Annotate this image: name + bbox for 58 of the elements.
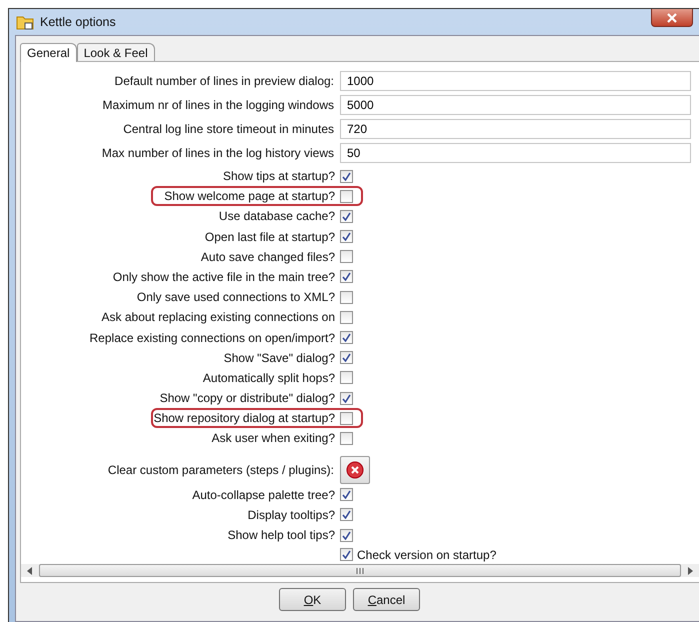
checkbox-label: Automatically split hops? (202, 370, 335, 385)
checkbox[interactable] (340, 392, 353, 405)
checkbox-label: Auto-collapse palette tree? (192, 488, 335, 502)
checkbox[interactable] (340, 371, 353, 384)
close-icon (667, 12, 677, 22)
clear-icon (346, 460, 364, 479)
tab[interactable]: General (20, 43, 77, 62)
input-field[interactable]: 50 (340, 143, 691, 163)
folder-icon (16, 14, 34, 30)
checkbox-label: Use database cache? (218, 209, 335, 224)
input-field[interactable]: 720 (340, 119, 691, 139)
checkbox-label: Only save used connections to XML? (136, 290, 335, 304)
checkbox[interactable] (340, 210, 353, 223)
checkbox[interactable] (340, 548, 353, 562)
checkbox[interactable] (340, 310, 353, 324)
tab[interactable]: Look & Feel (76, 43, 155, 61)
checkbox[interactable] (340, 508, 353, 522)
checkbox[interactable] (340, 488, 353, 502)
input-field[interactable]: 1000 (340, 71, 691, 91)
window-title: Kettle options (40, 15, 116, 29)
checkbox-label: Check version on startup? (357, 548, 496, 562)
checkbox-label: Auto save changed files? (200, 250, 335, 264)
checkbox[interactable] (340, 432, 353, 445)
checkbox[interactable] (340, 290, 353, 304)
input-field[interactable]: 5000 (340, 95, 691, 115)
checkbox-label: Only show the active file in the main tree? (112, 270, 335, 284)
checkbox-label: Ask user when exiting? (212, 431, 335, 446)
checkbox-label: Display tooltips? (248, 508, 335, 522)
cancel-button[interactable]: Cancel (353, 588, 420, 611)
checkbox[interactable] (340, 351, 353, 364)
field-label: Max number of lines in the log history views (100, 145, 334, 162)
checkbox-label: Show "copy or distribute" dialog? (160, 391, 335, 406)
checkbox-label: Show repository dialog at startup? (154, 411, 335, 426)
checkbox-label: Show welcome page at startup? (164, 189, 335, 204)
ok-button[interactable]: OK (279, 588, 346, 611)
checkbox[interactable] (340, 250, 353, 264)
field-label: Default number of lines in preview dialog: (114, 73, 334, 90)
checkbox[interactable] (340, 412, 353, 425)
checkbox[interactable] (340, 331, 353, 344)
checkbox[interactable] (340, 170, 353, 182)
checkbox[interactable] (340, 528, 353, 542)
checkbox-label: Show "Save" dialog? (224, 350, 335, 365)
checkbox[interactable] (340, 190, 353, 203)
checkbox-label: Open last file at startup? (204, 230, 335, 244)
field-label: Central log line store timeout in minutes (122, 121, 334, 138)
checkbox[interactable] (340, 270, 353, 284)
checkbox-label: Replace existing connections on open/import? (90, 330, 335, 344)
scroll-right-icon (687, 566, 693, 575)
field-label: Maximum nr of lines in the logging windows (102, 97, 334, 114)
clear-button[interactable] (340, 456, 370, 484)
button-label: Clear custom parameters (steps / plugins): (106, 462, 334, 479)
checkbox-label: Ask about replacing existing connections on (102, 310, 335, 324)
scroll-left-icon (27, 566, 33, 575)
close-button[interactable] (651, 9, 693, 27)
grip-icon (356, 568, 364, 574)
checkbox-label: Show tips at startup? (222, 169, 335, 183)
checkbox[interactable] (340, 230, 353, 244)
checkbox-label: Show help tool tips? (228, 528, 335, 542)
